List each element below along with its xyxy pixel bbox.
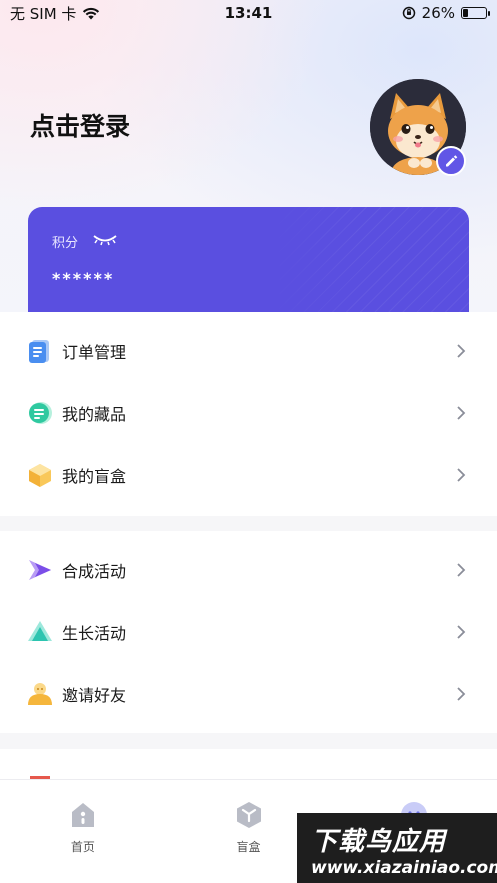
invite-friend-icon — [26, 680, 54, 708]
pencil-icon — [446, 155, 458, 167]
synthesis-icon — [26, 556, 54, 584]
battery-percent: 26% — [421, 4, 455, 22]
status-bar: 无 SIM 卡 13:41 26% — [0, 0, 497, 26]
tab-home[interactable]: 首页 — [0, 780, 166, 883]
menu-group-activities: 合成活动 生长活动 邀请好友 — [0, 531, 497, 733]
card-pattern — [28, 207, 469, 327]
menu-item-label: 生长活动 — [62, 624, 127, 643]
menu-item-label: 邀请好友 — [62, 686, 127, 705]
chevron-right-icon — [457, 406, 466, 420]
menu-item-label: 订单管理 — [62, 343, 127, 362]
eye-closed-icon[interactable] — [92, 233, 118, 247]
watermark: 下载鸟应用 www.xiazainiao.com — [297, 813, 497, 883]
collection-icon — [26, 399, 54, 427]
growth-icon — [26, 618, 54, 646]
tab-label: 首页 — [70, 840, 95, 854]
chevron-right-icon — [457, 468, 466, 482]
chevron-right-icon — [457, 625, 466, 639]
tab-label: 盲盒 — [236, 840, 261, 854]
chevron-right-icon — [457, 687, 466, 701]
chevron-right-icon — [457, 563, 466, 577]
menu-item-orders[interactable]: 订单管理 — [0, 320, 497, 382]
wifi-icon — [83, 7, 100, 20]
menu-item-label: 合成活动 — [62, 562, 127, 581]
watermark-title: 下载鸟应用 — [311, 827, 447, 857]
menu-item-growth[interactable]: 生长活动 — [0, 601, 497, 663]
points-label: 积分 — [52, 236, 79, 251]
points-value: ****** — [52, 269, 115, 288]
points-card[interactable]: 积分 ****** — [28, 207, 469, 327]
menu-item-blind-box[interactable]: 我的盲盒 — [0, 444, 497, 506]
menu-item-label: 我的盲盒 — [62, 467, 127, 486]
menu-group-more — [0, 749, 497, 779]
box-icon — [236, 802, 261, 828]
orientation-lock-icon — [402, 6, 415, 20]
carrier-label: 无 SIM 卡 — [10, 4, 77, 23]
battery-icon — [461, 7, 490, 19]
order-list-icon — [26, 337, 54, 365]
blind-box-icon — [26, 461, 54, 489]
menu-item-invite[interactable]: 邀请好友 — [0, 663, 497, 725]
menu-item-collection[interactable]: 我的藏品 — [0, 382, 497, 444]
menu-item-label: 我的藏品 — [62, 405, 127, 424]
login-prompt[interactable]: 点击登录 — [30, 107, 130, 143]
chevron-right-icon — [457, 344, 466, 358]
home-icon — [71, 803, 94, 827]
watermark-url: www.xiazainiao.com — [311, 858, 497, 878]
menu-item-synthesis[interactable]: 合成活动 — [0, 539, 497, 601]
edit-avatar-button[interactable] — [436, 146, 466, 176]
menu-group-primary: 订单管理 我的藏品 我的盲盒 — [0, 312, 497, 516]
